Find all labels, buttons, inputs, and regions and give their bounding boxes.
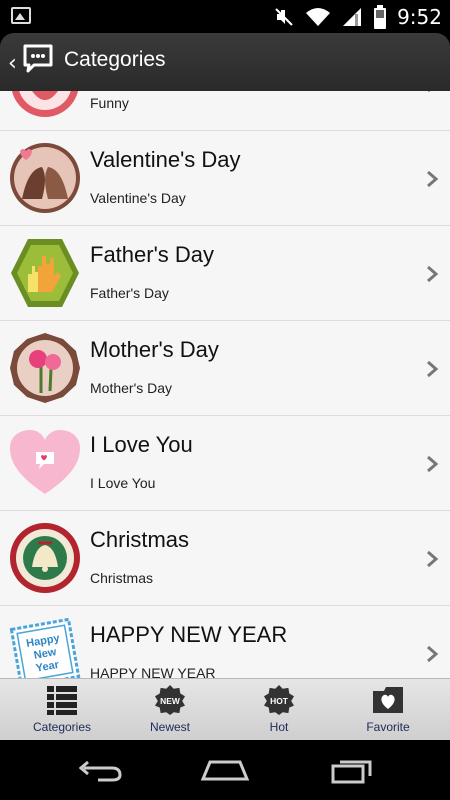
- chevron-right-icon: [427, 170, 439, 188]
- category-title: HAPPY NEW YEAR: [90, 622, 288, 647]
- valentine-icon: [10, 143, 80, 213]
- chevron-right-icon: [427, 550, 439, 568]
- tab-favorite[interactable]: Favorite: [332, 679, 444, 741]
- chevron-right-icon: [427, 455, 439, 473]
- recents-nav-icon[interactable]: [330, 758, 374, 784]
- category-subtitle: HAPPY NEW YEAR: [90, 665, 216, 678]
- category-title: I Love You: [90, 432, 193, 457]
- tab-label: Favorite: [366, 720, 410, 734]
- funny-icon: [11, 91, 79, 117]
- status-bar: 9:52: [0, 0, 450, 33]
- badge-text: NEW: [160, 696, 180, 706]
- chevron-right-icon: [428, 91, 431, 93]
- page-title: Categories: [64, 48, 166, 71]
- back-chevron-icon[interactable]: ‹: [8, 51, 17, 76]
- chat-bubble-icon[interactable]: [22, 43, 54, 75]
- new-year-stamp-icon: Happy New Year: [9, 617, 81, 678]
- bottom-tab-bar: Categories NEW Newest HOT Hot Favorite: [0, 678, 450, 740]
- category-subtitle: Funny: [90, 95, 129, 111]
- tab-label: Hot: [269, 720, 289, 734]
- list-icon: [47, 686, 77, 715]
- battery-icon: [374, 5, 387, 29]
- fathers-day-icon: [11, 239, 79, 307]
- mute-icon: [275, 8, 293, 26]
- category-row-christmas[interactable]: Christmas Christmas: [0, 511, 450, 606]
- image-icon: [11, 7, 31, 24]
- category-title: Christmas: [90, 527, 190, 552]
- hot-badge-icon: HOT: [264, 685, 294, 715]
- category-row-valentines-day[interactable]: Valentine's Day Valentine's Day: [0, 131, 450, 226]
- tab-newest[interactable]: NEW Newest: [114, 679, 226, 741]
- category-title: Valentine's Day: [90, 147, 241, 172]
- chevron-right-icon: [427, 360, 439, 378]
- back-nav-icon[interactable]: [78, 758, 122, 782]
- category-title: Mother's Day: [90, 337, 219, 362]
- heart-icon: [10, 430, 80, 494]
- chevron-right-icon: [427, 645, 439, 663]
- category-row-happy-new-year[interactable]: Happy New Year HAPPY NEW YEAR HAPPY NEW …: [0, 606, 450, 678]
- status-icons: 9:52: [273, 3, 442, 31]
- category-row-fathers-day[interactable]: Father's Day Father's Day: [0, 226, 450, 321]
- category-list[interactable]: Funny Valentine's Day Valentine's Day Fa…: [0, 91, 450, 678]
- tab-label: Newest: [149, 720, 190, 734]
- wifi-icon: [306, 8, 331, 26]
- category-subtitle: Mother's Day: [90, 380, 173, 396]
- category-row-mothers-day[interactable]: Mother's Day Mother's Day: [0, 321, 450, 416]
- christmas-bell-icon: [10, 523, 80, 593]
- chevron-right-icon: [427, 265, 439, 283]
- category-subtitle: Christmas: [90, 570, 154, 586]
- signal-icon: [343, 8, 362, 26]
- category-row-funny[interactable]: Funny: [0, 91, 450, 131]
- tab-hot[interactable]: HOT Hot: [223, 679, 335, 741]
- tab-categories[interactable]: Categories: [6, 679, 118, 741]
- clock: 9:52: [397, 5, 442, 29]
- badge-text: HOT: [270, 696, 289, 706]
- category-subtitle: Father's Day: [90, 285, 169, 301]
- tab-label: Categories: [32, 720, 92, 734]
- category-title: Father's Day: [90, 242, 215, 267]
- favorite-folder-icon: [373, 687, 403, 713]
- home-nav-icon[interactable]: [200, 758, 250, 782]
- action-bar: ‹ Categories: [0, 33, 450, 91]
- system-nav-bar: [0, 740, 450, 800]
- mothers-day-icon: [10, 333, 80, 403]
- category-subtitle: Valentine's Day: [90, 190, 186, 206]
- category-subtitle: I Love You: [90, 475, 156, 491]
- new-badge-icon: NEW: [155, 685, 185, 715]
- category-row-i-love-you[interactable]: I Love You I Love You: [0, 416, 450, 511]
